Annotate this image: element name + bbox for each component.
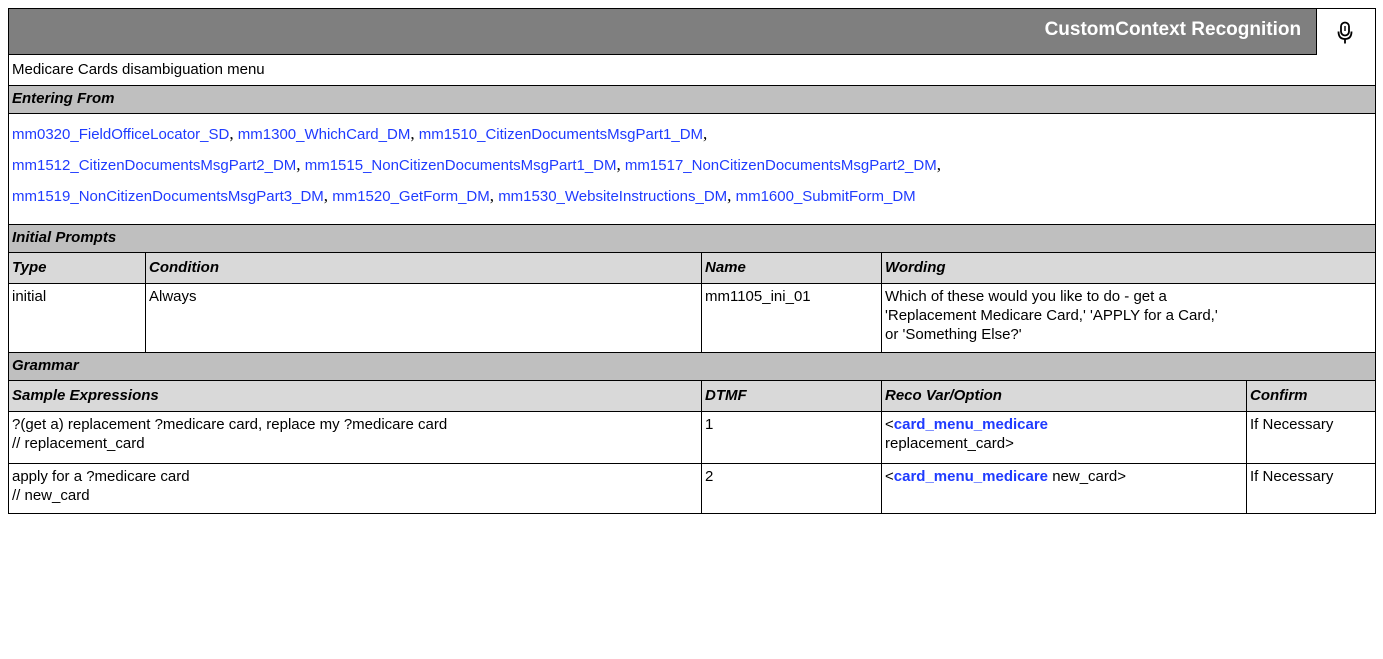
column-header-wording: Wording: [880, 252, 1377, 284]
link-website-instructions[interactable]: mm1530_WebsiteInstructions_DM: [498, 188, 727, 205]
dtmf-value: 1: [701, 411, 882, 464]
microphone-icon: [1337, 21, 1353, 44]
column-header-type: Type: [8, 252, 146, 284]
prompt-row: initial Always mm1105_ini_01 Which of th…: [8, 283, 1377, 353]
dtmf-value: 2: [701, 463, 882, 514]
link-citizen-documents-part1[interactable]: mm1510_CitizenDocumentsMsgPart1_DM: [419, 126, 703, 143]
sample-expression-value: // new_card: [12, 487, 90, 504]
grammar-label: Grammar: [7, 352, 1377, 381]
link-noncitizen-documents-part1[interactable]: mm1515_NonCitizenDocumentsMsgPart1_DM: [305, 157, 617, 174]
reco-var-link[interactable]: card_menu_medicare: [894, 468, 1048, 485]
column-header-confirm: Confirm: [1245, 380, 1377, 412]
sample-expression: ?(get a) replacement ?medicare card, rep…: [8, 411, 702, 464]
column-header-condition: Condition: [145, 252, 702, 284]
reco-var-option: <card_menu_medicare replacement_card>: [881, 411, 1247, 464]
prompts-column-header-row: Type Condition Name Wording: [8, 252, 1377, 284]
column-header-name: Name: [701, 252, 882, 284]
prompt-type: initial: [8, 283, 146, 353]
initial-prompts-label: Initial Prompts: [7, 224, 1377, 253]
page-title: CustomContext Recognition: [1044, 19, 1302, 40]
column-header-dtmf: DTMF: [701, 380, 882, 412]
prompt-condition: Always: [145, 283, 702, 353]
description-row: Medicare Cards disambiguation menu: [7, 54, 1377, 86]
spec-table: CustomContext Recognition Medicare Cards…: [7, 8, 1377, 514]
reco-option-value: replacement_card>: [885, 435, 1014, 452]
link-get-form[interactable]: mm1520_GetForm_DM: [332, 188, 490, 205]
sample-expression-line: ?(get a) replacement ?medicare card, rep…: [12, 416, 448, 433]
column-header-sample-expressions: Sample Expressions: [8, 380, 702, 412]
grammar-row: ?(get a) replacement ?medicare card, rep…: [8, 411, 1377, 464]
link-citizen-documents-part2[interactable]: mm1512_CitizenDocumentsMsgPart2_DM: [12, 157, 296, 174]
entering-from-header: Entering From: [7, 85, 1377, 114]
sample-expression-line: apply for a ?medicare card: [12, 468, 190, 485]
mic-cell: [1316, 9, 1376, 55]
reco-var-link[interactable]: card_menu_medicare: [894, 416, 1048, 433]
initial-prompts-header: Initial Prompts: [7, 224, 1377, 253]
prompt-wording-text: Which of these would you like to do - ge…: [885, 288, 1218, 343]
prompt-wording: Which of these would you like to do - ge…: [880, 283, 1377, 353]
sample-expression: apply for a ?medicare card // new_card: [8, 463, 702, 514]
link-noncitizen-documents-part3[interactable]: mm1519_NonCitizenDocumentsMsgPart3_DM: [12, 188, 324, 205]
link-field-office-locator[interactable]: mm0320_FieldOfficeLocator_SD: [12, 126, 229, 143]
grammar-column-header-row: Sample Expressions DTMF Reco Var/Option …: [8, 380, 1377, 412]
sample-expression-value: // replacement_card: [12, 435, 145, 452]
confirm-value: If Necessary: [1245, 411, 1377, 464]
spec-sheet: CustomContext Recognition Medicare Cards…: [7, 8, 1377, 514]
reco-option-value: new_card>: [1052, 468, 1126, 485]
reco-var-option: <card_menu_medicare new_card>: [881, 463, 1247, 514]
confirm-value: If Necessary: [1245, 463, 1377, 514]
entering-from-label: Entering From: [7, 85, 1377, 114]
grammar-header: Grammar: [7, 352, 1377, 381]
state-description: Medicare Cards disambiguation menu: [7, 54, 1377, 86]
link-which-card[interactable]: mm1300_WhichCard_DM: [238, 126, 411, 143]
grammar-row: apply for a ?medicare card // new_card 2…: [8, 463, 1377, 514]
entering-from-row: mm0320_FieldOfficeLocator_SD, mm1300_Whi…: [7, 113, 1377, 225]
link-noncitizen-documents-part2[interactable]: mm1517_NonCitizenDocumentsMsgPart2_DM: [625, 157, 937, 174]
title-bar: CustomContext Recognition: [7, 8, 1377, 55]
entering-from-links: mm0320_FieldOfficeLocator_SD, mm1300_Whi…: [7, 113, 1377, 225]
link-submit-form[interactable]: mm1600_SubmitForm_DM: [736, 188, 916, 205]
column-header-reco-var: Reco Var/Option: [881, 380, 1247, 412]
prompt-name: mm1105_ini_01: [701, 283, 882, 353]
